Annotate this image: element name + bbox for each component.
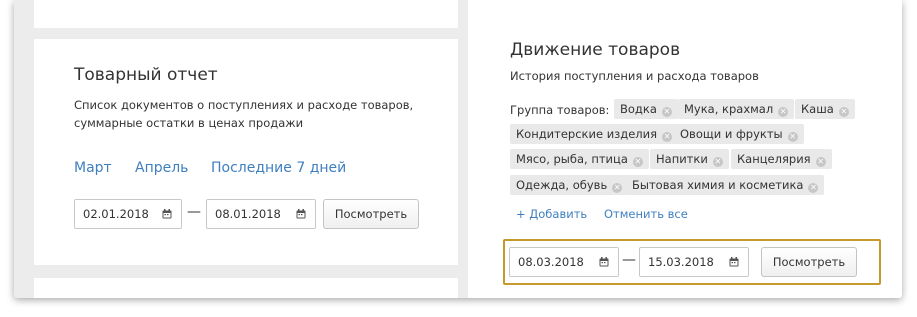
- report-view-button[interactable]: Посмотреть: [323, 199, 419, 229]
- remove-tag-icon[interactable]: ✕: [661, 107, 672, 117]
- tag-vegetables-fruits: Овощи и фрукты ✕: [674, 124, 804, 144]
- remove-tag-icon[interactable]: ✕: [712, 157, 723, 167]
- tag-label: Каша: [801, 102, 834, 116]
- tag-label: Бытовая химия и косметика: [632, 178, 804, 192]
- product-report-title: Товарный отчет: [74, 65, 218, 85]
- tag-stationery: Канцелярия ✕: [731, 149, 832, 169]
- tag-label: Мука, крахмал: [684, 102, 774, 116]
- remove-tag-icon[interactable]: ✕: [612, 183, 623, 193]
- tag-label: Мясо, рыба, птица: [516, 152, 628, 166]
- period-link-march[interactable]: Март: [74, 160, 112, 176]
- period-link-last-7-days[interactable]: Последние 7 дней: [211, 160, 346, 176]
- tag-label: Кондитерские изделия: [516, 127, 658, 141]
- report-date-to-field[interactable]: 08.01.2018: [206, 199, 316, 229]
- tag-clothing-shoes: Одежда, обувь ✕: [510, 175, 629, 195]
- tag-vodka: Водка ✕: [614, 99, 678, 119]
- calendar-icon[interactable]: [162, 209, 172, 219]
- tag-label: Напитки: [656, 152, 708, 166]
- tag-label: Овощи и фрукты: [680, 127, 783, 141]
- top-left-card: [34, 0, 458, 28]
- product-movement-description: История поступления и расхода товаров: [510, 69, 759, 83]
- reports-window: Товарный отчет Список документов о посту…: [14, 0, 902, 298]
- screenshot-canvas: Товарный отчет Список документов о посту…: [0, 0, 917, 317]
- product-report-description: Список документов о поступлениях и расхо…: [74, 98, 414, 130]
- remove-tag-icon[interactable]: ✕: [815, 157, 826, 167]
- tag-drinks: Напитки ✕: [650, 149, 729, 169]
- remove-tag-icon[interactable]: ✕: [838, 107, 849, 117]
- cancel-all-link[interactable]: Отменить все: [604, 207, 688, 221]
- tag-confectionery: Кондитерские изделия ✕: [510, 124, 679, 144]
- date-range-separator: —: [187, 204, 201, 220]
- period-link-april[interactable]: Апрель: [135, 160, 188, 176]
- tag-flour-starch: Мука, крахмал ✕: [678, 99, 795, 119]
- remove-tag-icon[interactable]: ✕: [787, 132, 798, 142]
- report-date-to-value: 08.01.2018: [215, 207, 281, 221]
- tag-label: Одежда, обувь: [516, 178, 608, 192]
- remove-tag-icon[interactable]: ✕: [778, 107, 789, 117]
- bottom-left-card: [34, 278, 458, 298]
- report-date-from-field[interactable]: 02.01.2018: [74, 199, 182, 229]
- product-movement-title: Движение товаров: [510, 40, 681, 60]
- remove-tag-icon[interactable]: ✕: [808, 183, 819, 193]
- calendar-icon[interactable]: [296, 209, 306, 219]
- tag-household-chemicals: Бытовая химия и косметика ✕: [626, 175, 825, 195]
- tag-meat-fish-poultry: Мясо, рыба, птица ✕: [510, 149, 649, 169]
- product-report-card: Товарный отчет Список документов о посту…: [34, 39, 458, 265]
- tag-porridge: Каша ✕: [795, 99, 855, 119]
- product-group-label: Группа товаров:: [510, 103, 610, 117]
- remove-tag-icon[interactable]: ✕: [632, 157, 643, 167]
- tag-label: Водка: [620, 102, 657, 116]
- remove-tag-icon[interactable]: ✕: [662, 132, 673, 142]
- tag-label: Канцелярия: [737, 152, 811, 166]
- add-group-link[interactable]: + Добавить: [516, 207, 587, 221]
- report-date-from-value: 02.01.2018: [83, 207, 149, 221]
- highlighted-date-filter-outline: [503, 239, 881, 285]
